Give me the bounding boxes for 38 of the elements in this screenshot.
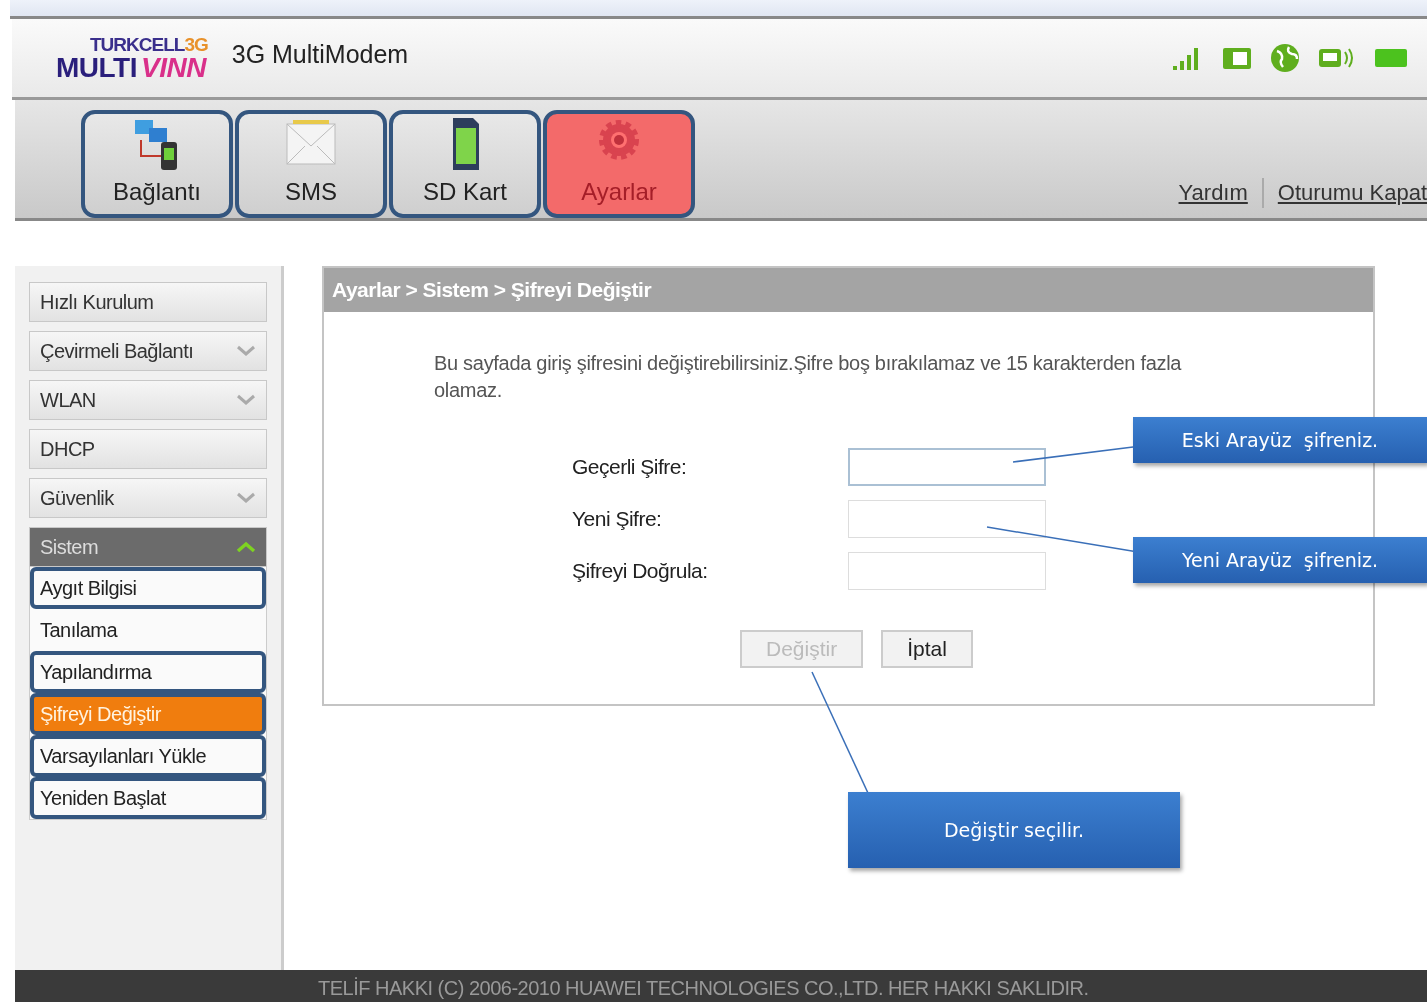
logo-brand-text: TURKCELL3G (90, 34, 208, 54)
sidebar-menu-item[interactable]: Çevirmeli Bağlantı (29, 331, 267, 371)
nav-tab[interactable]: SD Kart (389, 110, 541, 218)
field-label: Geçerli Şifre: (572, 455, 688, 479)
copyright-text: TELİF HAKKI (C) 2006-2010 HUAWEI TECHNOLOGIES CO.,LTD. HER HAKKI SAKLIDIR. (318, 977, 1089, 1000)
sidebar-menu-item[interactable]: DHCP (29, 429, 267, 469)
sidebar-submenu-item[interactable]: Yapılandırma (30, 651, 266, 693)
globe-icon (1269, 42, 1301, 74)
callout-note: Değiştir seçilir. (848, 792, 1180, 868)
chevron-down-icon (236, 394, 256, 406)
field-label: Yeni Şifre: (572, 507, 663, 531)
nav-tab[interactable]: SMS (235, 110, 387, 218)
chevron-up-icon (236, 541, 256, 553)
callout-note: Yeni Arayüz şifreniz. (1133, 537, 1427, 583)
header-link[interactable]: Yardım (1178, 180, 1248, 206)
password-field[interactable] (848, 552, 1046, 590)
logo-product-text: MULTI VINN (56, 53, 208, 82)
breadcrumb: Ayarlar > Sistem > Şifreyi Değiştir (324, 268, 1373, 312)
sim-card-icon (1221, 45, 1253, 71)
description-text: Bu sayfada giriş şifresini değiştirebilirsiniz.Şifre boş bırakılamaz ve 15 karakterden fazla olamaz. (434, 351, 1183, 403)
field-label: Şifreyi Doğrula: (572, 559, 709, 583)
header-link[interactable]: Oturumu Kapat (1277, 180, 1427, 206)
password-field[interactable] (848, 500, 1046, 538)
sidebar-menu-item[interactable]: WLAN (29, 380, 267, 420)
chevron-down-icon (236, 345, 256, 357)
chevron-down-icon (236, 492, 256, 504)
sidebar-menu-item[interactable]: Sistem (29, 527, 267, 567)
callout-note: Eski Arayüz şifreniz. (1133, 417, 1427, 463)
form-button[interactable]: İptal (881, 630, 973, 668)
sidebar-submenu-item[interactable]: Tanılama (30, 609, 266, 651)
sidebar-submenu-item[interactable]: Aygıt Bilgisi (30, 567, 266, 609)
password-field[interactable] (848, 448, 1046, 486)
sidebar-submenu-item[interactable]: Varsayılanları Yükle (30, 735, 266, 777)
nav-tab[interactable]: Bağlantı (81, 110, 233, 218)
app-title: 3G MultiModem (231, 39, 409, 69)
sidebar-menu-item[interactable]: Güvenlik (29, 478, 267, 518)
sidebar-menu-item[interactable]: Hızlı Kurulum (29, 282, 267, 322)
sidebar-submenu-item[interactable]: Yeniden Başlat (30, 777, 266, 819)
